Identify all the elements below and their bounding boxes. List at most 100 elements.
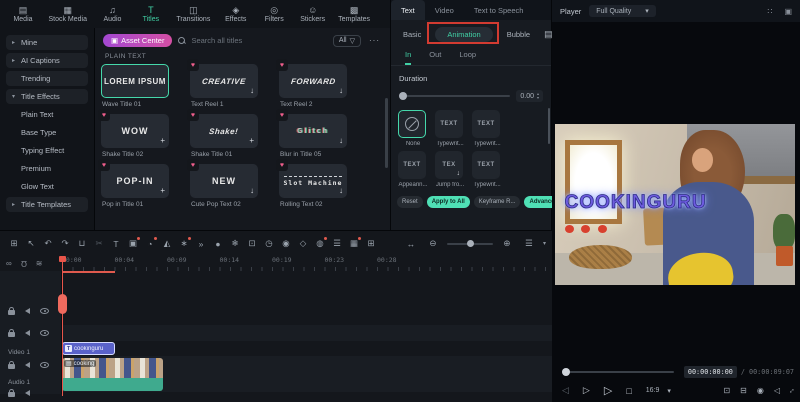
bubble-subtab[interactable]: Bubble (507, 30, 530, 39)
title-tile[interactable]: ♥ CREATIVE ↓ (190, 64, 258, 98)
Stock Media[interactable]: ▦ Stock Media (44, 0, 91, 28)
speaker-icon[interactable]: ◁ (774, 386, 780, 395)
animation-preset[interactable]: TEXT Typewrit... (472, 151, 509, 188)
fullscreen-icon[interactable]: ↕ (787, 386, 796, 395)
title-overlay-text[interactable]: COOKINGURU (565, 192, 707, 214)
hide-icon[interactable] (40, 362, 49, 368)
chevron-down-icon[interactable]: ▾ (543, 240, 546, 247)
properties-tab[interactable]: Video (425, 0, 464, 20)
seek-thumb[interactable] (562, 368, 570, 376)
zoom-out-icon[interactable]: ⊖ (425, 236, 441, 252)
title-tile[interactable]: ♥ FORWARD ↓ (279, 64, 347, 98)
title-tile[interactable]: ♥ NEW ↓ (190, 164, 258, 198)
snap-magnet-icon[interactable]: Ω (21, 259, 27, 268)
animation-preset[interactable]: TEXT Appearin... (398, 151, 435, 188)
lock-icon[interactable] (8, 392, 15, 397)
lock-icon[interactable] (8, 332, 15, 337)
play-button[interactable]: ▷ (604, 384, 612, 397)
sidebar-item[interactable]: Glow Text (6, 179, 88, 194)
lock-icon[interactable] (8, 310, 15, 315)
mute-icon[interactable] (25, 330, 30, 336)
sidebar-item[interactable]: Typing Effect (6, 143, 88, 158)
title-tile[interactable]: ♥ POP-IN + (101, 164, 169, 198)
next-frame-button[interactable]: ▷ (583, 385, 590, 396)
quality-dropdown[interactable]: Full Quality ▾ (589, 5, 656, 17)
ripple-edit-icon[interactable]: ≋ (36, 259, 43, 268)
animation-preset[interactable]: TEXT Typewrit... (472, 110, 509, 147)
stop-button[interactable]: □ (626, 386, 631, 396)
properties-scrollbar[interactable] (548, 108, 550, 144)
text-clip-cookinguru[interactable]: T cookinguru (62, 342, 115, 355)
Templates[interactable]: ▩ Templates (334, 0, 374, 28)
title-tile[interactable]: ♥ Slot Machine ↓ (279, 164, 347, 198)
Filters[interactable]: ◎ Filters (257, 0, 291, 28)
playhead-flag[interactable] (59, 256, 66, 262)
sidebar-item[interactable]: ▸ Title Templates (6, 197, 88, 212)
timeline-ruler[interactable]: 00:00 00:04 00:09 00:14 00:19 00:23 00:2… (62, 256, 552, 271)
duration-value-box[interactable]: 0.00 ▴▾ (516, 90, 543, 102)
video-clip-cooking[interactable]: ▤ cooking (62, 358, 163, 391)
animation-direction-tab[interactable]: In (405, 50, 411, 65)
mirror-display-icon[interactable]: ⊟ (740, 386, 747, 395)
duration-stepper[interactable]: ▴▾ (537, 92, 539, 100)
sidebar-item[interactable]: Base Type (6, 125, 88, 140)
snapshot-icon[interactable]: ◉ (757, 386, 764, 395)
Media[interactable]: ▤ Media (6, 0, 40, 28)
sidebar-item[interactable]: ▸ AI Captions (6, 53, 88, 68)
title-tile[interactable]: ♥ Glitch ↓ (279, 114, 347, 148)
properties-button[interactable]: Apply to All (427, 196, 470, 208)
sidebar-item[interactable]: Premium (6, 161, 88, 176)
aspect-ratio-dropdown[interactable]: 16:9 ▾ (646, 387, 671, 395)
animation-preset[interactable]: None (398, 110, 435, 147)
Effects[interactable]: ◈ Effects (219, 0, 253, 28)
Titles[interactable]: T Titles (134, 0, 168, 28)
lock-icon[interactable] (8, 364, 15, 369)
mute-icon[interactable] (25, 390, 30, 396)
title-tile[interactable]: ♥ Shake! + (190, 114, 258, 148)
title-tile[interactable]: LOREM IPSUM (101, 64, 169, 98)
sidebar-item[interactable]: ▸ Mine (6, 35, 88, 50)
sidebar-item[interactable]: Plain Text (6, 107, 88, 122)
Stickers[interactable]: ☺ Stickers (296, 0, 330, 28)
basic-subtab[interactable]: Basic (403, 30, 421, 39)
asset-center-button[interactable]: ▣ Asset Center (103, 34, 172, 47)
fit-timeline-icon[interactable]: ↔ (403, 236, 419, 252)
duration-slider[interactable] (399, 95, 510, 97)
search-input[interactable] (191, 36, 311, 45)
sidebar-item[interactable]: Trending (6, 71, 88, 86)
properties-tab[interactable]: Text (391, 0, 425, 20)
animation-direction-tab[interactable]: Loop (459, 50, 476, 65)
grid-view-icon[interactable]: ∷ (767, 7, 772, 16)
filter-chip[interactable]: All ▽ (333, 35, 361, 47)
pip-view-icon[interactable]: ▣ (784, 7, 792, 16)
previous-frame-button[interactable]: ◁ (562, 385, 569, 396)
title-tile[interactable]: ♥ WOW + (101, 114, 169, 148)
timeline-zoom-slider[interactable] (447, 243, 493, 245)
hide-icon[interactable] (40, 330, 49, 336)
zoom-in-icon[interactable]: ⊕ (499, 236, 515, 252)
properties-tab[interactable]: Text to Speech (464, 0, 534, 20)
hide-icon[interactable] (40, 308, 49, 314)
mute-icon[interactable] (25, 308, 30, 314)
Transitions[interactable]: ◫ Transitions (172, 0, 214, 28)
animation-direction-tab[interactable]: Out (429, 50, 441, 65)
playhead[interactable] (62, 256, 63, 396)
playhead-handle[interactable] (58, 294, 67, 314)
crop-preview-icon[interactable]: ⊡ (723, 386, 730, 395)
titles-scrollbar[interactable] (385, 98, 388, 168)
seek-bar[interactable] (562, 371, 674, 373)
properties-button[interactable]: Reset (397, 196, 423, 208)
mute-icon[interactable] (25, 362, 30, 368)
track-height-icon[interactable]: ☰ (521, 236, 537, 252)
duration-slider-thumb[interactable] (399, 92, 407, 100)
more-options-button[interactable]: ··· (367, 36, 382, 45)
animation-preset[interactable]: TEX ↓ Jump fro... (435, 151, 472, 188)
auto-ripple-icon[interactable]: ∞ (6, 259, 12, 268)
Audio[interactable]: ♫ Audio (95, 0, 129, 28)
animation-preset[interactable]: TEXT Typewrit... (435, 110, 472, 147)
video-preview[interactable]: COOKINGURU (555, 124, 795, 285)
sidebar-item[interactable]: ▾ Title Effects (6, 89, 88, 104)
timeline-zoom-thumb[interactable] (467, 240, 474, 247)
properties-button[interactable]: Keyframe R... (474, 196, 521, 208)
animation-subtab[interactable]: Animation (435, 27, 492, 42)
